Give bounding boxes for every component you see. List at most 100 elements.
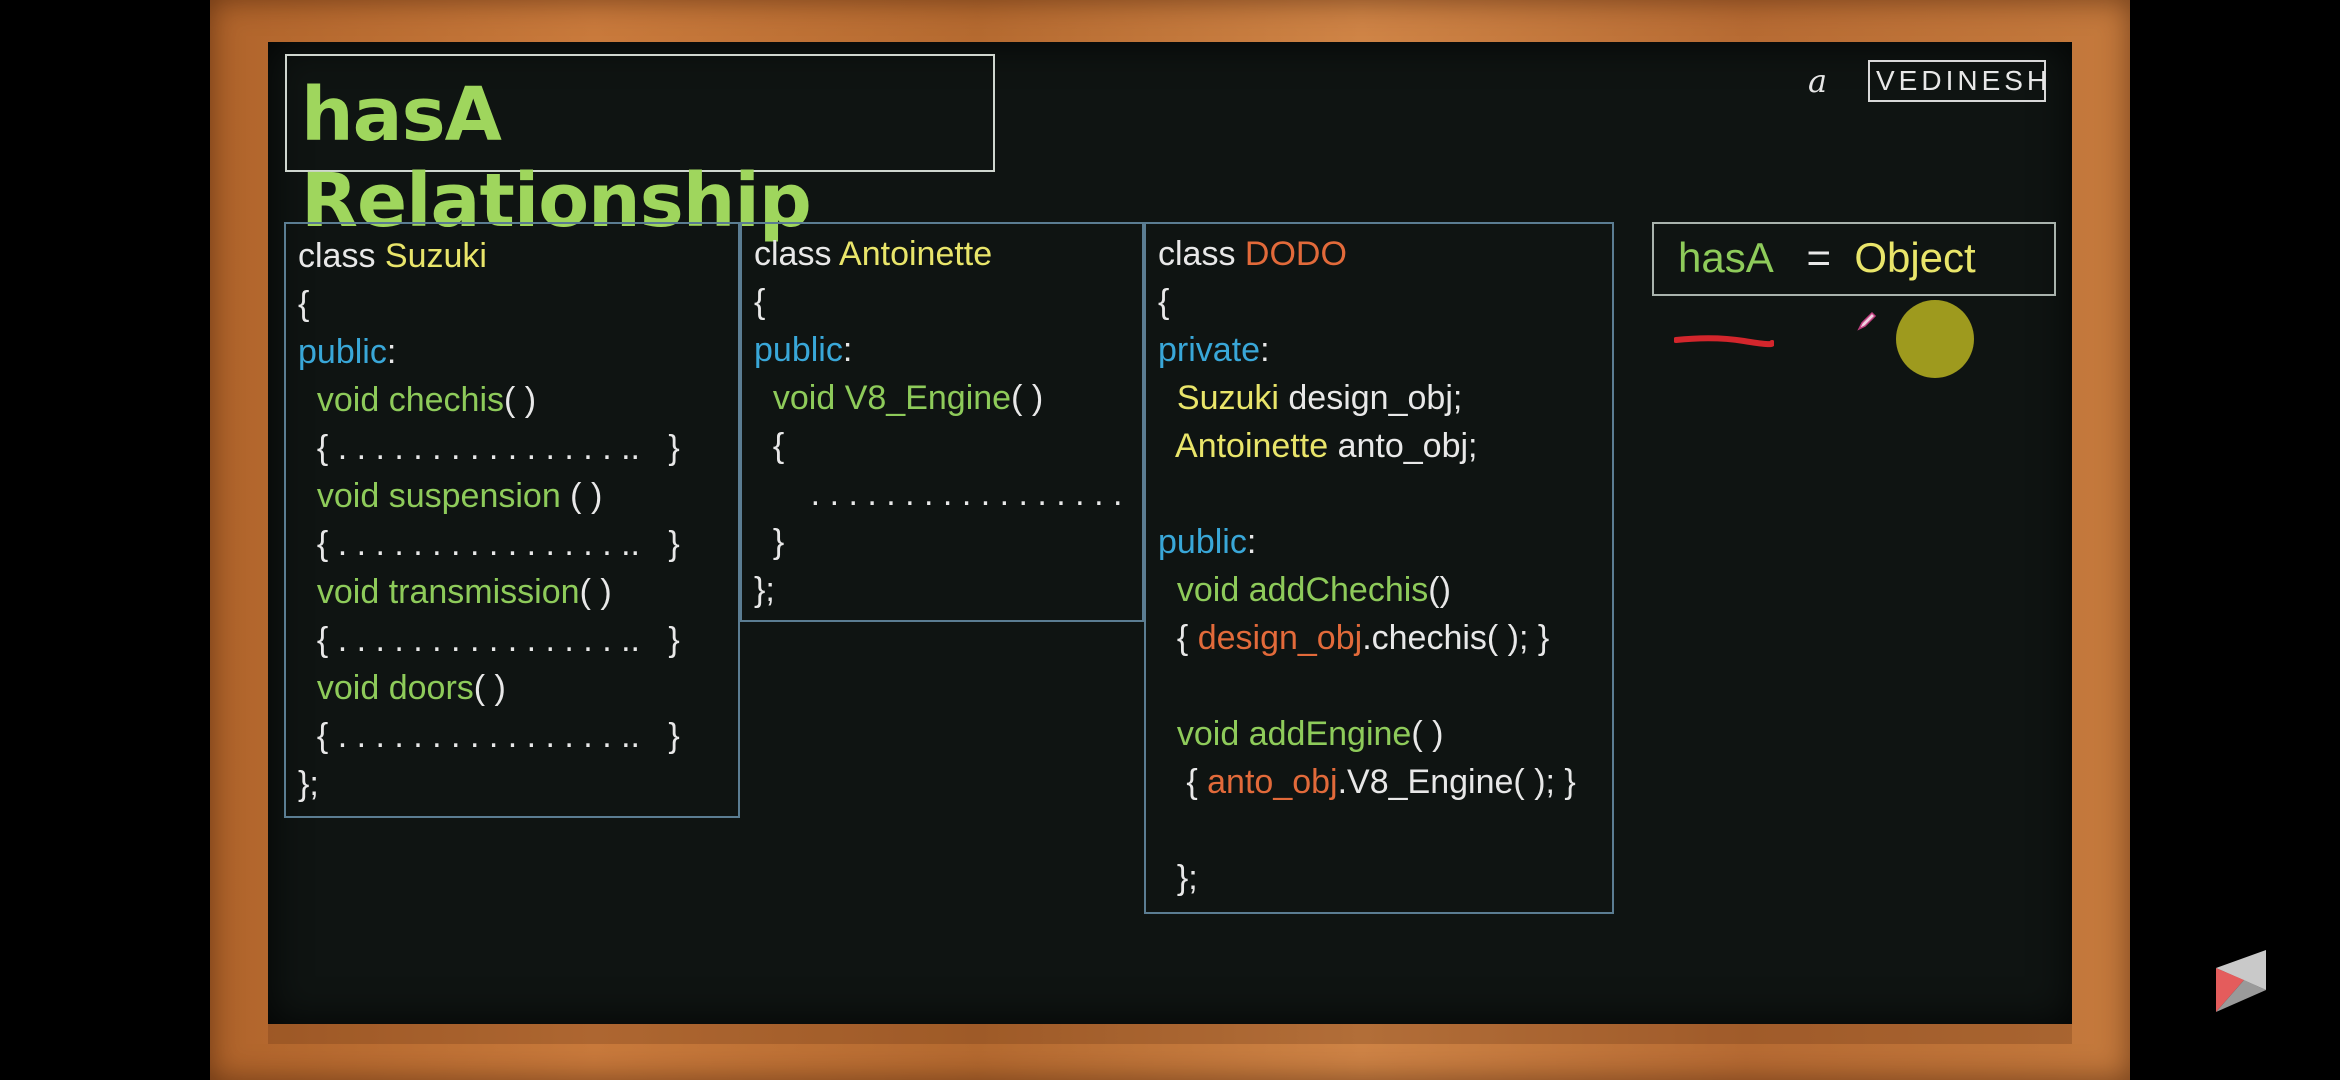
suzuki-code-line: { . . . . . . . . . . . . . . . .. } [298, 424, 680, 472]
suzuki-code-line: }; [298, 760, 680, 808]
antoinette-code-line: class Antoinette [754, 230, 1122, 278]
dodo-code-line [1158, 470, 1576, 518]
suzuki-code-line: public: [298, 328, 680, 376]
antoinette-code: class Antoinette { public: void V8_Engine(… [754, 230, 1122, 614]
code-token: addEngine [1248, 715, 1412, 753]
red-chalk-stroke [1674, 335, 1774, 348]
logo-script: a [1808, 62, 1828, 100]
code-token: { . . . . . . . . . . . . . . . .. } [298, 525, 680, 563]
suzuki-code-line: { . . . . . . . . . . . . . . . .. } [298, 520, 680, 568]
suzuki-code: class Suzuki { public: void chechis( ) { .… [298, 232, 680, 808]
code-token: Antoinette [1158, 427, 1329, 465]
code-token: void [1158, 715, 1249, 753]
code-token: } [754, 523, 785, 561]
code-token: .chechis( ); } [1362, 619, 1550, 657]
suzuki-code-line: { . . . . . . . . . . . . . . . .. } [298, 616, 680, 664]
antoinette-code-line: } [754, 518, 1122, 566]
dodo-code-line: private: [1158, 326, 1576, 374]
dodo-code-line: void addChechis() [1158, 566, 1576, 614]
code-token: public [754, 331, 843, 369]
code-token: ( ) [1011, 379, 1044, 417]
hasa-label: hasA [1678, 234, 1772, 281]
code-token: addChechis [1248, 571, 1429, 609]
dodo-code-line: void addEngine( ) [1158, 710, 1576, 758]
code-token: void [298, 669, 389, 707]
antoinette-code-line: { [754, 278, 1122, 326]
suzuki-code-line: void chechis( ) [298, 376, 680, 424]
logo-text: VEDINESH [1868, 60, 2047, 102]
dodo-code-line: { design_obj.chechis( ); } [1158, 614, 1576, 662]
code-token: ( ) [560, 477, 603, 515]
code-token: { [754, 283, 766, 321]
code-token: { . . . . . . . . . . . . . . . .. } [298, 429, 680, 467]
suzuki-code-line: void transmission( ) [298, 568, 680, 616]
code-token: }; [1158, 859, 1198, 897]
code-token: Suzuki [1158, 379, 1279, 417]
suzuki-code-line: { [298, 280, 680, 328]
suzuki-code-line: void suspension ( ) [298, 472, 680, 520]
code-token: { [1158, 283, 1170, 321]
hasa-object-box: hasA = Object [1652, 222, 2056, 296]
suzuki-code-line: { . . . . . . . . . . . . . . . .. } [298, 712, 680, 760]
code-token: V8_Engine [844, 379, 1012, 417]
code-token: void [1158, 571, 1249, 609]
code-token: anto_obj [1207, 763, 1338, 801]
code-token: void [754, 379, 845, 417]
code-token: : [386, 333, 397, 371]
code-token: { [298, 285, 310, 323]
code-token: { [1158, 763, 1208, 801]
code-token: public [298, 333, 387, 371]
dodo-code-line: { anto_obj.V8_Engine( ); } [1158, 758, 1576, 806]
code-token: ( ) [473, 669, 506, 707]
page-title: hasA Relationship [301, 72, 812, 244]
dodo-code-line: { [1158, 278, 1576, 326]
dodo-code: class DODO { private: Suzuki design_obj; A… [1158, 230, 1576, 902]
hasa-equation: hasA = Object [1678, 234, 1976, 282]
pen-icon [1857, 311, 1877, 331]
equals-sign: = [1806, 234, 1831, 281]
code-token: .V8_Engine( ); } [1337, 763, 1576, 801]
code-token: design_obj; [1278, 379, 1463, 417]
code-token: ( ) [504, 381, 537, 419]
code-token: DODO [1244, 235, 1347, 273]
antoinette-code-line: public: [754, 326, 1122, 374]
code-token: : [1246, 523, 1257, 561]
play-logo-icon[interactable] [2214, 948, 2268, 1014]
code-token: void [298, 477, 389, 515]
antoinette-code-line: void V8_Engine( ) [754, 374, 1122, 422]
code-token: { . . . . . . . . . . . . . . . .. } [298, 717, 680, 755]
code-token: Suzuki [384, 237, 487, 275]
code-token: }; [754, 571, 775, 609]
code-token: void [298, 573, 389, 611]
object-label: Object [1854, 234, 1976, 281]
code-token: void [298, 381, 389, 419]
antoinette-code-line: }; [754, 566, 1122, 614]
dodo-code-line: Suzuki design_obj; [1158, 374, 1576, 422]
dodo-code-line [1158, 806, 1576, 854]
code-token: class [1158, 235, 1245, 273]
code-token: Antoinette [839, 235, 993, 273]
code-token: anto_obj; [1328, 427, 1478, 465]
dodo-code-line: public: [1158, 518, 1576, 566]
code-token: : [1260, 331, 1270, 369]
code-token: class [754, 235, 840, 273]
suzuki-code-line: class Suzuki [298, 232, 680, 280]
code-token: class [298, 237, 385, 275]
code-token: ( ) [1411, 715, 1444, 753]
pointer-highlight [1896, 300, 1974, 378]
code-token: : [842, 331, 853, 369]
code-token: public [1158, 523, 1247, 561]
code-token: ( ) [579, 573, 612, 611]
code-token: suspension [388, 477, 561, 515]
vedinesh-logo: a VEDINESH [1808, 60, 2048, 104]
code-token: { [754, 427, 785, 465]
title-box: hasA Relationship [285, 54, 995, 244]
chalk-rail [268, 1024, 2072, 1044]
code-token: }; [298, 765, 319, 803]
antoinette-code-line: . . . . . . . . . . . . . . . . . [754, 470, 1123, 518]
dodo-code-line: Antoinette anto_obj; [1158, 422, 1576, 470]
code-token: . . . . . . . . . . . . . . . . . [754, 475, 1123, 513]
dodo-code-line: class DODO [1158, 230, 1576, 278]
code-token: { . . . . . . . . . . . . . . . .. } [298, 621, 680, 659]
code-token: transmission [388, 573, 580, 611]
